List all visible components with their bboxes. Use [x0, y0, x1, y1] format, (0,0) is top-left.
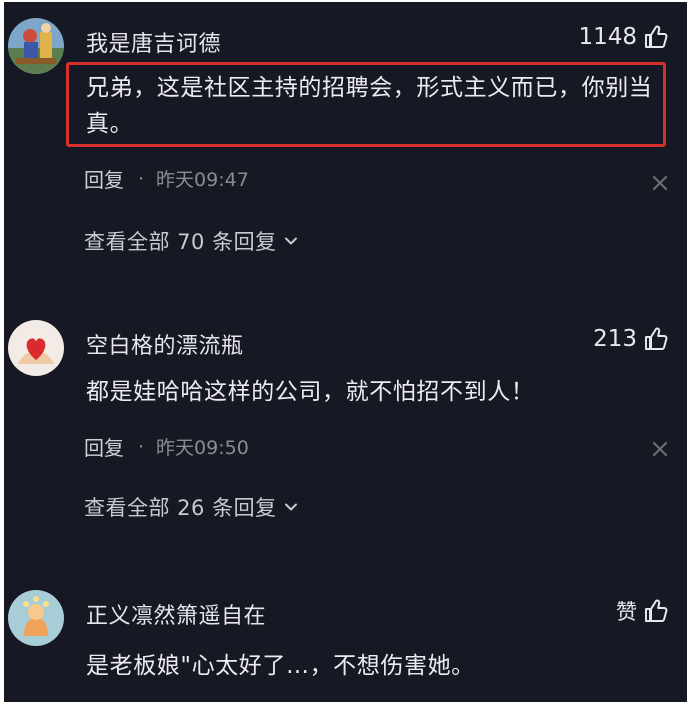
comment-text: 都是娃哈哈这样的公司，就不怕招不到人！: [86, 379, 535, 405]
comment-meta: 回复 · 昨天09:47: [84, 164, 249, 193]
chevron-down-icon: [284, 237, 297, 245]
thumbs-up-icon: [645, 327, 668, 350]
avatar[interactable]: [8, 18, 64, 74]
comment-meta: 回复 · 昨天09:50: [84, 432, 249, 461]
view-replies-label: 查看全部 70 条回复: [84, 230, 277, 254]
reply-button[interactable]: 回复: [84, 164, 124, 193]
username[interactable]: 正义凛然箫遥自在: [86, 598, 266, 630]
like-button[interactable]: 1148: [578, 24, 669, 50]
comment-list: 我是唐吉诃德 1148 兄弟，这是社区主持的招聘会，形式主义而已，你别当 真。 …: [4, 2, 687, 702]
thumbs-up-icon: [645, 599, 668, 622]
like-button[interactable]: 赞: [616, 596, 669, 626]
comment-item: 空白格的漂流瓶 213 都是娃哈哈这样的公司，就不怕招不到人！ 回复 · 昨天0…: [4, 302, 687, 542]
avatar[interactable]: [8, 590, 64, 646]
close-icon[interactable]: [649, 438, 671, 460]
username[interactable]: 空白格的漂流瓶: [86, 328, 244, 360]
username[interactable]: 我是唐吉诃德: [86, 26, 221, 58]
comment-item: 我是唐吉诃德 1148 兄弟，这是社区主持的招聘会，形式主义而已，你别当 真。 …: [4, 2, 687, 282]
like-count: 1148: [578, 24, 637, 50]
view-replies-button[interactable]: 查看全部 26 条回复: [84, 492, 299, 522]
view-replies-label: 查看全部 26 条回复: [84, 496, 277, 520]
view-replies-button[interactable]: 查看全部 70 条回复: [84, 226, 299, 256]
avatar[interactable]: [8, 320, 64, 376]
chevron-down-icon: [284, 503, 297, 511]
like-count: 赞: [616, 600, 637, 624]
close-icon[interactable]: [649, 172, 671, 194]
comment-item: 正义凛然箫遥自在 赞 是老板娘"心太好了…，不想伤害她。: [4, 572, 687, 702]
comment-text: 是老板娘"心太好了…，不想伤害她。: [86, 653, 475, 679]
timestamp: 昨天09:47: [156, 169, 249, 191]
highlight-box: [66, 62, 666, 147]
like-count: 213: [593, 326, 637, 352]
separator-dot: ·: [138, 435, 145, 458]
timestamp: 昨天09:50: [156, 437, 249, 459]
like-button[interactable]: 213: [593, 326, 669, 352]
reply-button[interactable]: 回复: [84, 432, 124, 461]
thumbs-up-icon: [645, 25, 668, 48]
separator-dot: ·: [138, 167, 145, 190]
